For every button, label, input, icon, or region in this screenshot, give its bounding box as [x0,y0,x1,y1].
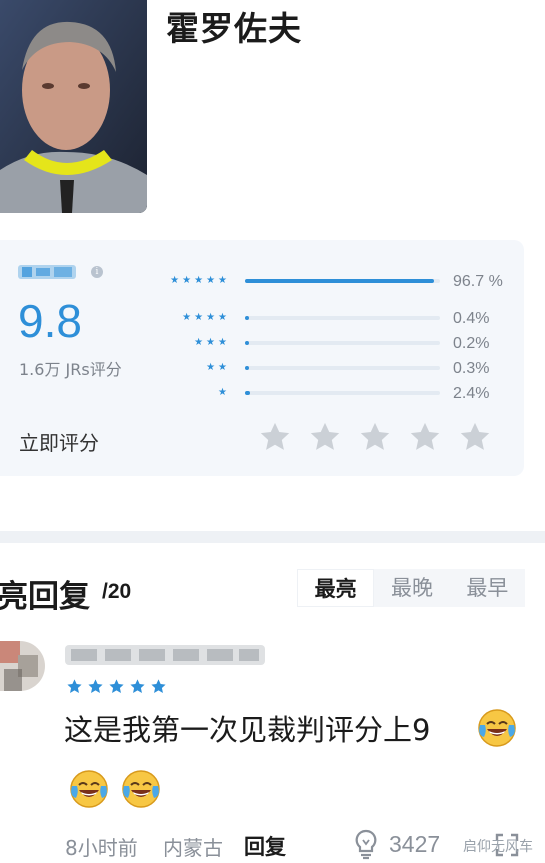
star-icon [130,679,145,693]
distribution-percent: 0.3% [453,360,490,377]
distribution-row: ★ 2.4% [160,384,520,402]
distribution-bar-track [245,366,440,370]
replies-title: 亮回复 [0,579,90,615]
player-name: 霍罗佐夫 [166,9,302,48]
tab-earliest[interactable]: 最早 [450,569,525,607]
rate-now-label: 立即评分 [19,431,99,455]
distribution-bar-track [245,391,440,395]
distribution-bar-fill [245,366,249,370]
comment-time: 8小时前 [65,836,138,860]
replies-count: /20 [102,580,132,603]
star-icon [109,679,124,693]
rate-star-1-icon[interactable] [258,420,292,454]
distribution-bar-fill [245,341,249,345]
distribution-bar-track [245,279,440,283]
light-count: 3427 [389,831,441,857]
distribution-row: ★★★★ 0.4% [160,309,520,327]
rate-star-4-icon[interactable] [408,420,442,454]
comment-text: 这是我第一次见裁判评分上9 [64,713,431,747]
distribution-stars: ★★★★★ [170,275,230,286]
distribution-stars: ★★★★ [182,312,230,323]
username-blurred [65,645,265,665]
emoji-row [68,768,162,810]
tab-latest[interactable]: 最晚 [374,569,449,607]
sort-tabs: 最亮 最晚 最早 [297,569,525,607]
rating-card: i 9.8 1.6万 JRs评分 ★★★★★ 96.7 % ★★★★ 0.4% ★★★ 0… [0,240,524,476]
distribution-stars: ★★★ [194,337,230,348]
distribution-percent: 0.2% [453,335,490,352]
info-icon[interactable]: i [91,266,103,278]
tears-of-joy-emoji-icon [478,709,516,747]
rate-stars[interactable] [258,420,492,454]
user-rating-stars [66,678,167,695]
tears-of-joy-emoji-icon [122,770,160,808]
distribution-bar-track [245,316,440,320]
lightbulb-icon[interactable] [352,828,380,860]
rate-star-3-icon[interactable] [358,420,392,454]
distribution-stars: ★ [218,387,230,398]
distribution-bar-fill [245,279,434,283]
distribution-row: ★★★★★ 96.7 % [160,272,520,290]
distribution-row: ★★★ 0.2% [160,334,520,352]
avatar[interactable] [0,641,45,691]
star-icon [67,679,82,693]
rating-count: 1.6万 JRs评分 [19,360,122,379]
distribution-bar-track [245,341,440,345]
distribution-bar-fill [245,316,249,320]
score-value: 9.8 [18,295,82,347]
player-photo [0,0,147,213]
distribution-stars: ★★ [206,362,230,373]
star-icon [88,679,103,693]
star-icon [151,679,166,693]
rate-star-5-icon[interactable] [458,420,492,454]
comment-location: 内蒙古 [163,836,223,860]
brand-logo [18,265,76,279]
distribution-bar-fill [245,391,250,395]
distribution-row: ★★ 0.3% [160,359,520,377]
watermark: 启仰无风车 [463,839,533,855]
distribution-percent: 2.4% [453,385,490,402]
tears-of-joy-emoji-icon [70,770,108,808]
reply-button[interactable]: 回复 [244,831,286,861]
distribution-percent: 96.7 % [453,273,503,290]
distribution-percent: 0.4% [453,310,490,327]
tab-brightest[interactable]: 最亮 [297,569,375,607]
rate-star-2-icon[interactable] [308,420,342,454]
section-divider [0,531,545,543]
